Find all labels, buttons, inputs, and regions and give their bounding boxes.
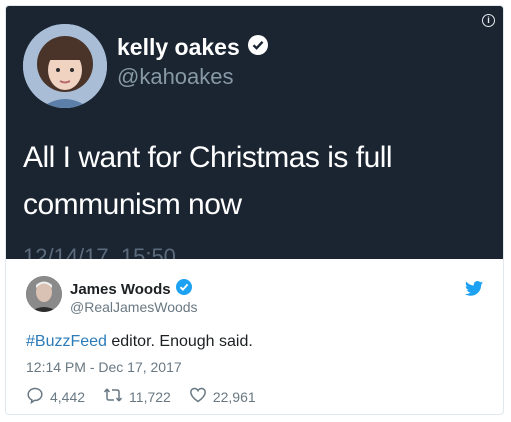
- tweet-timestamp[interactable]: 12:14 PM - Dec 17, 2017: [26, 359, 182, 375]
- retweet-count: 11,722: [129, 388, 171, 405]
- embedded-avatar: [23, 24, 107, 108]
- author-name-text[interactable]: James Woods: [70, 281, 171, 298]
- embedded-author-name-text: kelly oakes: [117, 34, 240, 60]
- author-handle[interactable]: @RealJamesWoods: [70, 299, 198, 315]
- heart-icon: [189, 386, 207, 407]
- reply-action[interactable]: 4,442: [26, 386, 85, 407]
- embedded-author-name: kelly oakes: [117, 34, 268, 61]
- verified-badge-icon: [247, 34, 268, 61]
- embedded-text-line: All I want for Christmas is full: [23, 141, 393, 174]
- reply-icon: [26, 386, 44, 407]
- like-count: 22,961: [212, 388, 256, 405]
- tweet-actions: 4,442 11,722 22,961: [26, 386, 256, 407]
- tweet-card: i kelly oakes @kahoakes All I want for C…: [5, 5, 504, 415]
- tweet-text-body: editor. Enough said.: [106, 333, 253, 350]
- screenshot-image: i kelly oakes @kahoakes All I want for C…: [6, 6, 503, 259]
- embedded-author-handle: @kahoakes: [117, 64, 234, 89]
- retweet-action[interactable]: 11,722: [103, 386, 171, 407]
- reply-count: 4,442: [50, 388, 86, 405]
- info-icon[interactable]: i: [482, 14, 495, 27]
- avatar[interactable]: [26, 276, 62, 312]
- retweet-icon: [103, 386, 123, 407]
- like-action[interactable]: 22,961: [189, 386, 256, 407]
- tweet-text: #BuzzFeed editor. Enough said.: [26, 333, 253, 351]
- hashtag-link[interactable]: #BuzzFeed: [26, 333, 107, 350]
- twitter-bird-icon[interactable]: [465, 281, 483, 301]
- embedded-text-line: communism now: [23, 188, 242, 221]
- author-name[interactable]: James Woods: [70, 279, 192, 299]
- embedded-timestamp: 12/14/17, 15:50: [23, 244, 176, 259]
- tweet: James Woods @RealJamesWoods #BuzzFeed ed…: [6, 259, 503, 414]
- verified-badge-icon: [175, 279, 192, 299]
- embedded-tweet-text: All I want for Christmas is full communi…: [23, 134, 483, 228]
